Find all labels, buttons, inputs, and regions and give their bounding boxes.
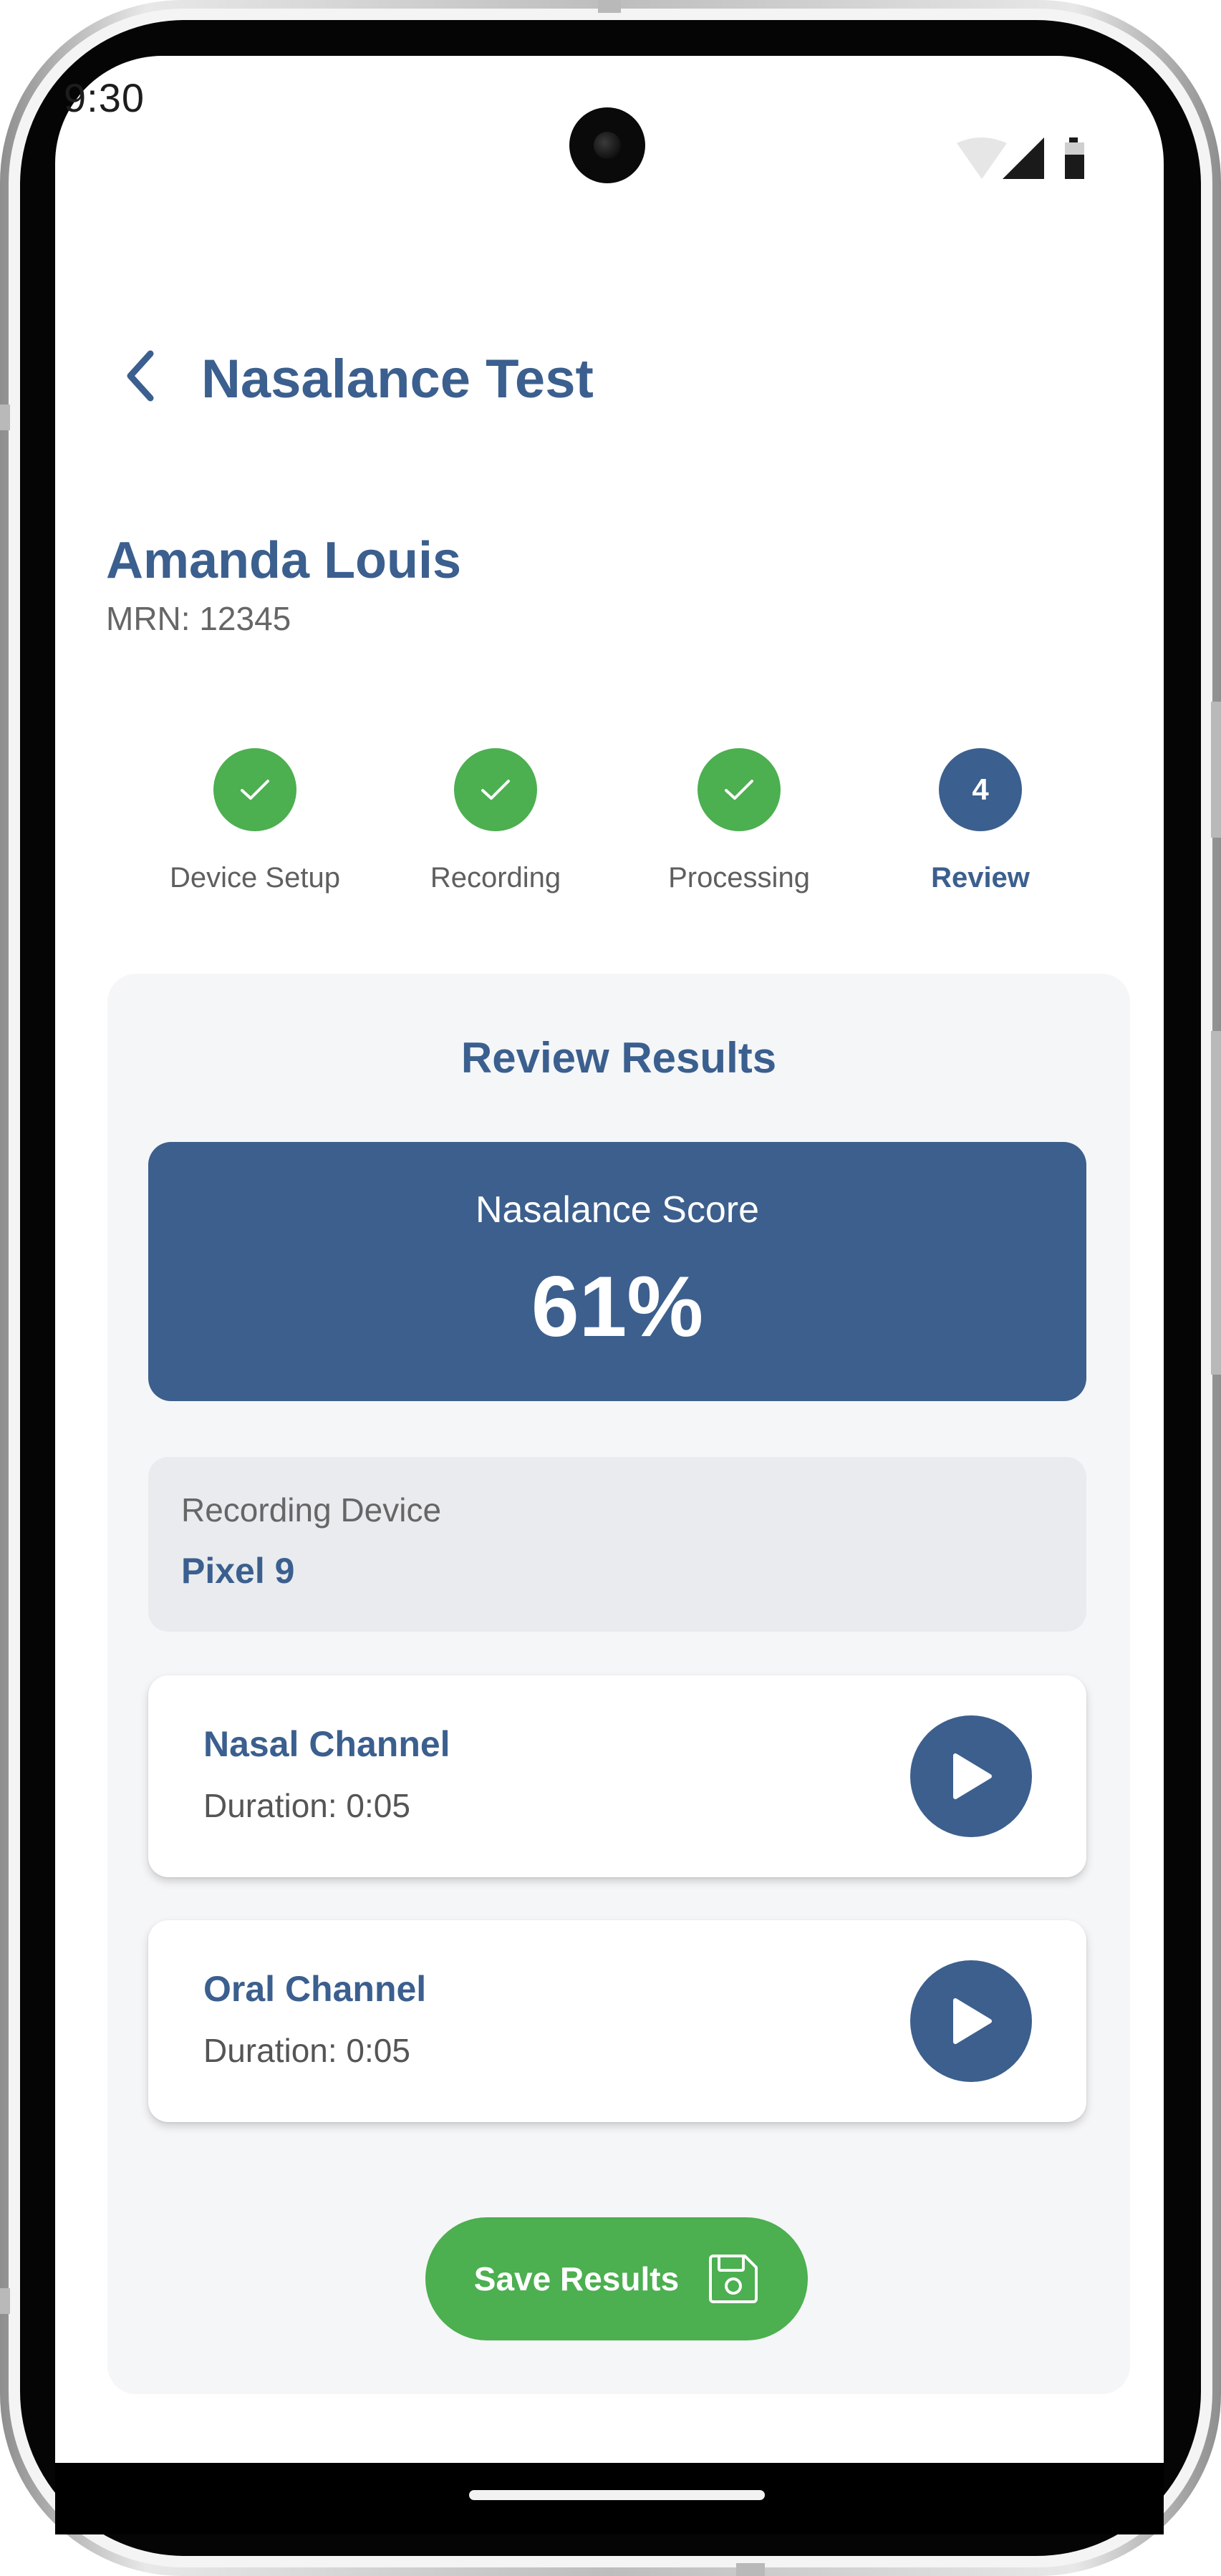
step-recording: Recording [388, 748, 603, 896]
save-icon [709, 2255, 758, 2303]
results-title: Review Results [460, 1034, 777, 1082]
play-icon [953, 1998, 992, 2044]
score-value: 61% [531, 1259, 704, 1355]
home-indicator[interactable] [469, 2490, 765, 2500]
step-label: Review [931, 862, 1030, 894]
page-title: Nasalance Test [201, 349, 594, 410]
check-icon [725, 780, 753, 800]
side-button-top [598, 0, 621, 13]
check-icon [241, 780, 269, 800]
step-processing: Processing [632, 748, 846, 896]
step-label: Device Setup [170, 862, 340, 894]
step-device-setup: Device Setup [148, 748, 362, 896]
device-value: Pixel 9 [181, 1551, 295, 1591]
status-icons [957, 137, 1084, 179]
step-complete-indicator [213, 748, 296, 831]
play-nasal-button[interactable] [910, 1715, 1032, 1837]
back-button[interactable] [111, 344, 168, 408]
wifi-icon [957, 137, 1007, 179]
step-complete-indicator [454, 748, 537, 831]
channel-name: Oral Channel [203, 1969, 427, 2009]
save-results-button[interactable]: Save Results [425, 2217, 808, 2340]
channel-duration: Duration: 0:05 [203, 1787, 410, 1824]
review-results-card: Review Results Nasalance Score 61% Recor… [107, 974, 1130, 2394]
status-time: 9:30 [64, 75, 145, 120]
side-button-left-lower [0, 2288, 10, 2314]
step-label: Processing [668, 862, 810, 894]
step-number-indicator: 4 [939, 748, 1022, 831]
nasalance-score-panel: Nasalance Score 61% [148, 1142, 1086, 1401]
side-button-bottom [736, 2563, 765, 2576]
patient-mrn: MRN: 12345 [106, 600, 291, 637]
step-complete-indicator [698, 748, 781, 831]
check-icon [481, 780, 510, 800]
channel-name: Nasal Channel [203, 1724, 450, 1764]
volume-button [1211, 702, 1221, 838]
patient-name: Amanda Louis [106, 532, 462, 589]
channel-duration: Duration: 0:05 [203, 2032, 410, 2069]
nasal-channel-card: Nasal Channel Duration: 0:05 [148, 1675, 1086, 1877]
recording-device-panel: Recording Device Pixel 9 [148, 1457, 1086, 1632]
play-icon [953, 1753, 992, 1799]
device-label: Recording Device [181, 1491, 442, 1529]
side-button-left-upper [0, 405, 10, 430]
battery-icon [1065, 137, 1084, 179]
chevron-left-icon [127, 350, 154, 402]
power-button [1211, 1031, 1221, 1375]
score-label: Nasalance Score [476, 1189, 759, 1231]
signal-icon [1003, 137, 1044, 179]
save-button-label: Save Results [473, 2260, 680, 2297]
front-camera [569, 107, 645, 183]
step-label: Recording [430, 862, 561, 894]
play-oral-button[interactable] [910, 1960, 1032, 2082]
oral-channel-card: Oral Channel Duration: 0:05 [148, 1920, 1086, 2122]
step-review: 4 Review [873, 748, 1088, 896]
